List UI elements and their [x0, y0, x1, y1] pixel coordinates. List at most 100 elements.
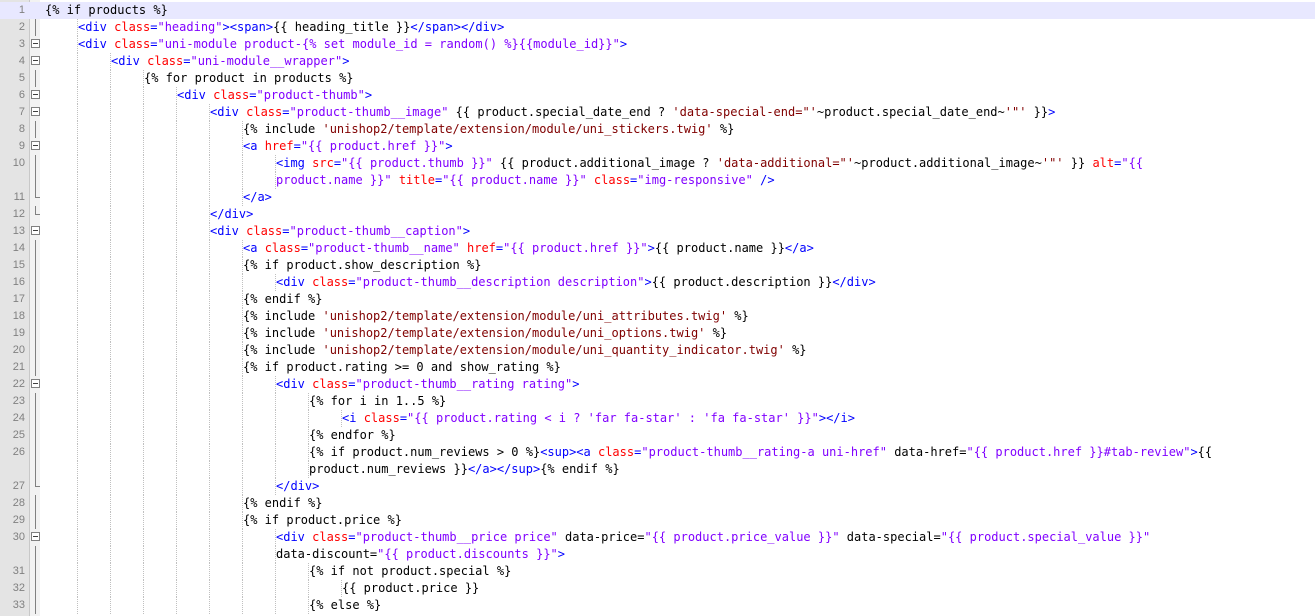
code-text: {% if product.rating >= 0 and show_ratin…	[243, 359, 1315, 376]
token-ptext: {{ product.special_date_end ?	[448, 105, 673, 119]
code-line[interactable]: 33 {% else %}	[0, 597, 1315, 614]
token-tag: >	[557, 547, 566, 561]
code-line[interactable]: 2 <div class="heading"><span>{{ heading_t…	[0, 19, 1315, 36]
indent-guide	[143, 512, 144, 529]
indent-guide	[110, 342, 111, 359]
fold-box-minus-icon[interactable]	[31, 107, 40, 116]
fold-line	[35, 342, 36, 359]
indent-guide	[308, 580, 309, 597]
token-tag: >	[445, 139, 453, 153]
indent-guide	[77, 104, 78, 121]
fold-box-minus-icon[interactable]	[31, 56, 40, 65]
code-line[interactable]: 27 </div>	[0, 478, 1315, 495]
line-number: 23	[12, 395, 25, 407]
code-line[interactable]: 5 {% for product in products %}	[0, 70, 1315, 87]
indent-guide	[176, 342, 177, 359]
code-text: {% include 'unishop2/template/extension/…	[243, 325, 1315, 342]
code-line[interactable]: 17 {% endif %}	[0, 291, 1315, 308]
token-tag: >	[647, 241, 655, 255]
code-line[interactable]: 1 {% if products %}	[0, 2, 1315, 19]
indent-guide	[110, 376, 111, 393]
code-line[interactable]: 25 {% endfor %}	[0, 427, 1315, 444]
code-text: {% else %}	[309, 597, 1315, 614]
code-line[interactable]: 8 {% include 'unishop2/template/extension…	[0, 121, 1315, 138]
token-tag: <div	[276, 530, 313, 544]
fold-line	[35, 172, 36, 189]
code-editor[interactable]: 1 {% if products %} 2 <div class="heading">…	[0, 0, 1315, 616]
code-line[interactable]: 3 <div class="uni-module product-{% set m…	[0, 36, 1315, 53]
token-twig: {% include	[243, 326, 323, 340]
fold-line	[35, 257, 36, 274]
code-line[interactable]: product.name }}" title="{{ product.name …	[0, 172, 1315, 189]
indent-guide	[143, 274, 144, 291]
indent-guide	[77, 172, 78, 189]
fold-box-minus-icon[interactable]	[31, 379, 40, 388]
code-line[interactable]: 18 {% include 'unishop2/template/extensio…	[0, 308, 1315, 325]
line-number: 32	[12, 582, 25, 594]
token-tag: <div	[177, 88, 214, 102]
code-line[interactable]: 32 {{ product.price }}	[0, 580, 1315, 597]
code-line[interactable]: 9 <a href="{{ product.href }}">	[0, 138, 1315, 155]
fold-box-minus-icon[interactable]	[31, 226, 40, 235]
token-ptext	[460, 241, 467, 255]
indent-guide	[176, 563, 177, 580]
code-line[interactable]: 13 <div class="product-thumb__caption">	[0, 223, 1315, 240]
token-str: "{{ product.name }}"	[442, 173, 587, 187]
line-number: 22	[12, 378, 25, 390]
code-line[interactable]: 24 <i class="{{ product.rating < i ? 'far…	[0, 410, 1315, 427]
indent-guide	[143, 206, 144, 223]
token-attr: href	[467, 241, 496, 255]
indent-guide	[110, 325, 111, 342]
token-twig: %}	[705, 326, 728, 340]
token-twig: {% for i in 1..5 %}	[309, 394, 447, 408]
code-line[interactable]: 23 {% for i in 1..5 %}	[0, 393, 1315, 410]
code-line[interactable]: 21 {% if product.rating >= 0 and show_rat…	[0, 359, 1315, 376]
fold-box-minus-icon[interactable]	[31, 39, 40, 48]
indent-guide	[176, 478, 177, 495]
code-line[interactable]: 11 </a>	[0, 189, 1315, 206]
token-tag: <div	[210, 224, 247, 238]
code-line[interactable]: 29 {% if product.price %}	[0, 512, 1315, 529]
indent-guide	[209, 512, 210, 529]
code-line[interactable]: 20 {% include 'unishop2/template/extensio…	[0, 342, 1315, 359]
code-text: <div class="heading"><span>{{ heading_ti…	[78, 19, 1315, 36]
code-line[interactable]: 14 <a class="product-thumb__name" href="{…	[0, 240, 1315, 257]
indent-guide	[242, 410, 243, 427]
indent-guide	[77, 155, 78, 172]
token-str: "{{	[1121, 156, 1144, 170]
code-line[interactable]: 10 <img src="{{ product.thumb }}" {{ prod…	[0, 155, 1315, 172]
code-line[interactable]: 6 <div class="product-thumb">	[0, 87, 1315, 104]
indent-guide	[176, 240, 177, 257]
code-line[interactable]: 22 <div class="product-thumb__rating rati…	[0, 376, 1315, 393]
token-attr: href	[264, 139, 294, 153]
indent-guide	[143, 529, 144, 546]
code-line[interactable]: 28 {% endif %}	[0, 495, 1315, 512]
indent-guide	[209, 546, 210, 563]
token-tag: <div	[210, 105, 247, 119]
code-line[interactable]: 15 {% if product.show_description %}	[0, 257, 1315, 274]
code-line[interactable]: 16 <div class="product-thumb__description…	[0, 274, 1315, 291]
indent-guide	[176, 223, 177, 240]
code-line[interactable]: 7 <div class="product-thumb__image" {{ pr…	[0, 104, 1315, 121]
code-line[interactable]: 30 <div class="product-thumb__price price…	[0, 529, 1315, 546]
indent-guide	[77, 223, 78, 240]
code-line[interactable]: 26 {% if product.num_reviews > 0 %}<sup><…	[0, 444, 1315, 461]
fold-box-minus-icon[interactable]	[31, 90, 40, 99]
code-line[interactable]: 12 </div>	[0, 206, 1315, 223]
fold-box-minus-icon[interactable]	[31, 532, 40, 541]
indent-guide	[242, 155, 243, 172]
indent-guide	[77, 206, 78, 223]
code-line[interactable]: 19 {% include 'unishop2/template/extensio…	[0, 325, 1315, 342]
code-line[interactable]: product.num_reviews }}</a></sup>{% endif…	[0, 461, 1315, 478]
token-attr: title	[398, 173, 435, 187]
code-text: <i class="{{ product.rating < i ? 'far f…	[342, 410, 1315, 427]
code-line[interactable]: 31 {% if not product.special %}	[0, 563, 1315, 580]
code-line[interactable]: 4 <div class="uni-module__wrapper">	[0, 53, 1315, 70]
fold-line	[35, 274, 36, 291]
token-tag: />	[752, 173, 775, 187]
indent-guide	[176, 444, 177, 461]
indent-guide	[275, 563, 276, 580]
indent-guide	[209, 155, 210, 172]
fold-box-minus-icon[interactable]	[31, 141, 40, 150]
code-line[interactable]: data-discount="{{ product.discounts }}">	[0, 546, 1315, 563]
